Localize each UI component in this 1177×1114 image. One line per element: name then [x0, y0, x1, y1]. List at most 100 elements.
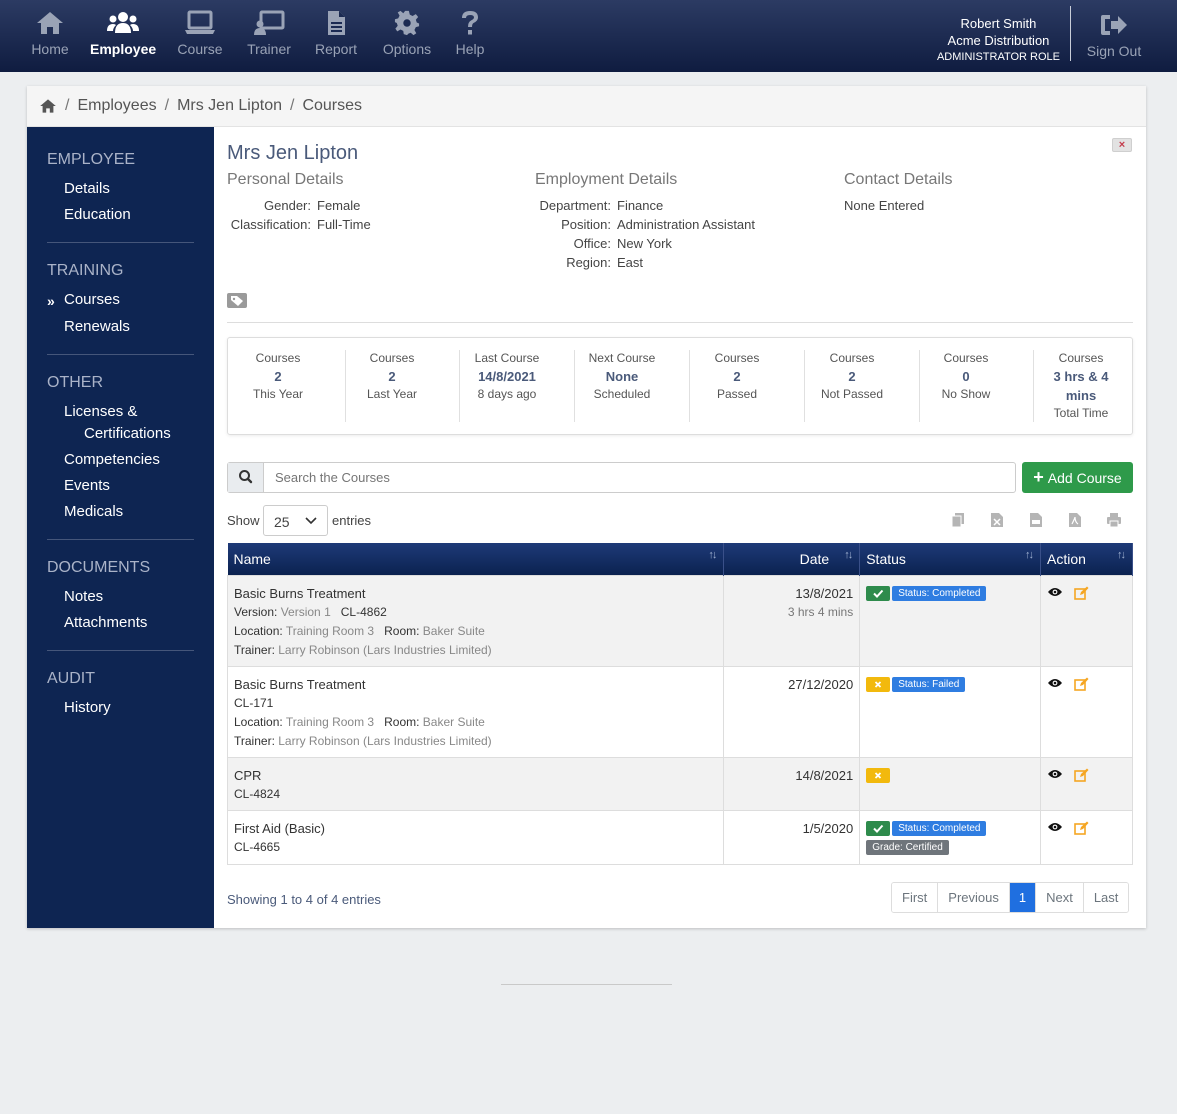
table-row[interactable]: Basic Burns Treatment CL-171 Location: T…: [226, 665, 1133, 758]
column-header-status[interactable]: Status ↑↓: [859, 543, 1042, 575]
sidebar-item-certifications[interactable]: Certifications: [84, 425, 171, 442]
sidebar-item-notes[interactable]: Notes: [64, 588, 103, 605]
main-panel: / Employees / Mrs Jen Lipton / Courses E…: [27, 86, 1146, 928]
course-name: Basic Burns Treatment: [234, 676, 366, 692]
nav-course[interactable]: Course: [167, 10, 233, 57]
sort-icon: ↑↓: [1025, 549, 1034, 561]
course-duration: 3 hrs 4 mins: [787, 604, 854, 619]
location-label: Location:: [234, 714, 283, 729]
sidebar-item-courses[interactable]: Courses: [64, 291, 120, 308]
sign-out-label: Sign Out: [1086, 43, 1142, 59]
csv-button[interactable]: [1029, 512, 1045, 528]
search-icon-box: [228, 463, 264, 492]
nav-home-label: Home: [31, 41, 69, 57]
breadcrumb-home[interactable]: [39, 98, 57, 114]
trainer-value: Larry Robinson (Lars Industries Limited): [278, 642, 492, 657]
close-button[interactable]: ×: [1112, 138, 1132, 152]
edit-icon[interactable]: [1073, 768, 1089, 782]
column-header-date[interactable]: Date ↑↓: [723, 543, 861, 575]
nav-options[interactable]: Options: [374, 10, 440, 57]
course-name: First Aid (Basic): [234, 820, 326, 836]
sidebar-item-details[interactable]: Details: [64, 180, 110, 197]
nav-employee[interactable]: Employee: [90, 10, 156, 57]
field-value: Finance: [617, 198, 664, 213]
view-eye-icon[interactable]: [1047, 821, 1063, 833]
nav-help[interactable]: Help: [437, 10, 503, 57]
sidebar-heading-documents: DOCUMENTS: [47, 559, 151, 576]
course-version-line: Version: Version 1 CL-4862: [234, 603, 717, 622]
add-course-button[interactable]: + Add Course: [1022, 462, 1133, 493]
sidebar-item-attachments[interactable]: Attachments: [64, 614, 147, 631]
table-row[interactable]: Basic Burns Treatment Version: Version 1…: [226, 574, 1133, 667]
room-label: Room:: [384, 623, 420, 638]
stat-last-year: Courses 2 Last Year: [335, 350, 449, 403]
stat-caption: Total Time: [1053, 406, 1109, 420]
page-last-button[interactable]: Last: [1083, 883, 1129, 912]
stat-caption: No Show: [941, 387, 991, 401]
report-icon: [328, 11, 345, 35]
page-next-button[interactable]: Next: [1036, 883, 1084, 912]
course-date: 13/8/2021: [795, 585, 854, 601]
nav-home[interactable]: Home: [17, 10, 83, 57]
add-course-label: Add Course: [1047, 470, 1122, 486]
stat-this-year: Courses 2 This Year: [221, 350, 335, 403]
course-code: CL-4862: [340, 604, 387, 619]
sidebar-item-events[interactable]: Events: [64, 477, 110, 494]
sidebar-item-medicals[interactable]: Medicals: [64, 503, 123, 520]
plus-icon: +: [1033, 467, 1044, 487]
sidebar-item-licenses[interactable]: Licenses &: [64, 403, 137, 420]
edit-icon[interactable]: [1073, 586, 1089, 600]
column-header-label: Status: [866, 550, 906, 567]
stat-value: 2: [848, 369, 856, 384]
cell-name: CPR CL-4824: [226, 756, 725, 811]
page-length-select[interactable]: 25: [263, 505, 328, 536]
page-first-button[interactable]: First: [892, 883, 939, 912]
pdf-button[interactable]: [1068, 512, 1084, 528]
sidebar-item-history[interactable]: History: [64, 699, 111, 716]
sidebar-item-education[interactable]: Education: [64, 206, 131, 223]
location-label: Location:: [234, 623, 283, 638]
table-row[interactable]: First Aid (Basic) CL-4665 1/5/2020 Statu…: [226, 809, 1133, 865]
personal-details-title: Personal Details: [227, 171, 344, 188]
stat-value: 3 hrs & 4: [1053, 369, 1109, 384]
stat-label: Courses: [255, 351, 301, 365]
print-button[interactable]: [1106, 512, 1122, 528]
question-icon: [462, 11, 478, 35]
stat-caption: 8 days ago: [477, 387, 537, 401]
sidebar-item-renewals[interactable]: Renewals: [64, 318, 130, 335]
view-eye-icon[interactable]: [1047, 677, 1063, 689]
sign-out-button[interactable]: Sign Out: [1080, 12, 1148, 59]
tag-button[interactable]: [227, 293, 247, 308]
stat-caption: Last Year: [366, 387, 418, 401]
view-eye-icon[interactable]: [1047, 586, 1063, 598]
edit-icon[interactable]: [1073, 821, 1089, 835]
search-input[interactable]: [265, 463, 1014, 492]
cell-status: Status: Completed Grade: Certified: [859, 809, 1042, 865]
nav-trainer[interactable]: Trainer: [236, 10, 302, 57]
copy-button[interactable]: [951, 512, 967, 528]
user-info: Robert Smith Acme Distribution ADMINISTR…: [937, 15, 1060, 66]
print-icon: [1107, 513, 1121, 528]
sidebar-item-competencies[interactable]: Competencies: [64, 451, 160, 468]
column-header-action[interactable]: Action ↑↓: [1040, 543, 1133, 575]
table-row[interactable]: CPR CL-4824 14/8/2021: [226, 756, 1133, 811]
course-name: Basic Burns Treatment: [234, 585, 366, 601]
page-previous-button[interactable]: Previous: [938, 883, 1010, 912]
stat-not-passed: Courses 2 Not Passed: [795, 350, 909, 403]
stat-label: Next Course: [588, 351, 656, 365]
view-eye-icon[interactable]: [1047, 768, 1063, 780]
column-header-name[interactable]: Name ↑↓: [227, 543, 725, 575]
home-icon: [40, 99, 56, 113]
edit-icon[interactable]: [1073, 677, 1089, 691]
breadcrumb-employee-name[interactable]: Mrs Jen Lipton: [177, 97, 282, 115]
search-group: [227, 462, 1016, 493]
stat-next-course: Next Course None Scheduled: [565, 350, 679, 403]
employee-name: Mrs Jen Lipton: [227, 142, 359, 164]
nav-trainer-label: Trainer: [247, 41, 291, 57]
excel-button[interactable]: [990, 512, 1006, 528]
sidebar-divider: [47, 354, 194, 355]
page-1-button[interactable]: 1: [1009, 883, 1037, 912]
nav-report[interactable]: Report: [303, 10, 369, 57]
breadcrumb-employees[interactable]: Employees: [77, 97, 156, 115]
course-code: CL-4824: [234, 786, 281, 801]
